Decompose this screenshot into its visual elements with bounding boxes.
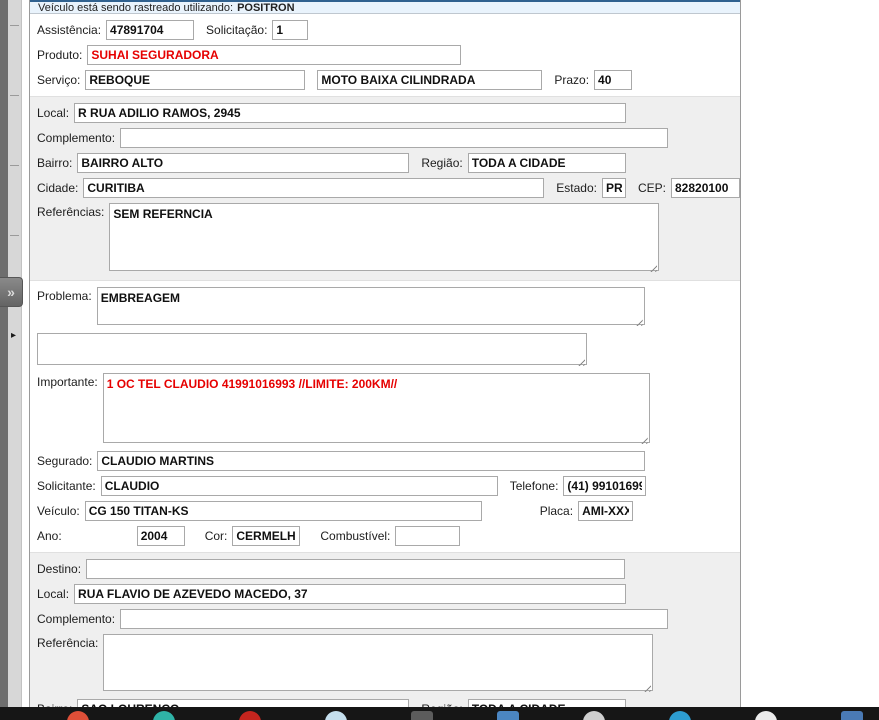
assistencia-input[interactable]	[106, 20, 195, 40]
prazo-label: Prazo:	[554, 73, 590, 87]
solicitante-input[interactable]	[100, 476, 498, 496]
estado-input[interactable]	[601, 178, 626, 198]
combustivel-input[interactable]	[395, 526, 461, 546]
dock-app-blue-window-icon[interactable]	[497, 711, 519, 720]
sidebar-collapsed-panel	[0, 0, 8, 707]
dock-app-red-icon[interactable]	[239, 711, 261, 720]
bairro-label: Bairro:	[37, 156, 73, 170]
problema-textarea[interactable]: EMBREAGEM	[96, 287, 645, 325]
ano-label: Ano:	[37, 529, 62, 543]
cep-label: CEP:	[637, 181, 666, 195]
dock-app-light-gray-icon[interactable]	[583, 711, 605, 720]
observacao-textarea[interactable]	[37, 333, 587, 365]
segurado-input[interactable]	[97, 451, 646, 471]
cor-label: Cor:	[204, 529, 228, 543]
sidebar-splitter[interactable]	[8, 0, 22, 707]
tracking-status-text: Veículo está sendo rastreado utilizando:	[38, 1, 234, 14]
segurado-label: Segurado:	[37, 454, 93, 468]
dock-app-pale-blue-icon[interactable]	[325, 711, 347, 720]
destino-bairro-input[interactable]	[77, 699, 410, 707]
splitter-tick	[10, 165, 19, 166]
combustivel-label: Combustível:	[320, 529, 391, 543]
splitter-tick	[10, 25, 19, 26]
estado-label: Estado:	[556, 181, 597, 195]
telefone-input[interactable]	[563, 476, 647, 496]
produto-label: Produto:	[37, 48, 83, 62]
section-assistance: Assistência: Solicitação: Produto: Servi…	[30, 14, 740, 96]
dock-app-dark-gray-icon[interactable]	[411, 711, 433, 720]
expand-arrow-icon[interactable]: ▸	[11, 330, 16, 341]
dock-app-white-icon[interactable]	[755, 711, 777, 720]
produto-input[interactable]	[87, 45, 462, 65]
destino-referencia-label: Referência:	[37, 636, 99, 650]
placa-label: Placa:	[539, 504, 574, 518]
dock-app-red-orange-icon[interactable]	[67, 711, 89, 720]
tracking-status-bar: Veículo está sendo rastreado utilizando:…	[30, 0, 740, 14]
dock-app-blue-square-icon[interactable]	[841, 711, 863, 720]
assistencia-label: Assistência:	[37, 23, 102, 37]
destino-referencia-textarea[interactable]	[103, 634, 654, 691]
destino-complemento-label: Complemento:	[37, 612, 116, 626]
cor-input[interactable]	[232, 526, 301, 546]
cep-input[interactable]	[671, 178, 740, 198]
importante-textarea[interactable]: 1 OC TEL CLAUDIO 41991016993 //LIMITE: 2…	[102, 373, 650, 443]
complemento-label: Complemento:	[37, 131, 116, 145]
solicitacao-label: Solicitação:	[206, 23, 268, 37]
servico-label: Serviço:	[37, 73, 81, 87]
double-chevron-right-icon: »	[7, 284, 15, 300]
prazo-input[interactable]	[594, 70, 633, 90]
assistance-form-panel: Veículo está sendo rastreado utilizando:…	[29, 0, 741, 707]
referencias-textarea[interactable]: SEM REFERNCIA	[109, 203, 660, 271]
destino-local-label: Local:	[37, 587, 70, 601]
cidade-input[interactable]	[83, 178, 545, 198]
dock-app-blue-icon[interactable]	[669, 711, 691, 720]
section-origin-address: Local: Complemento: Bairro: Região: Cida…	[30, 96, 740, 281]
regiao-input[interactable]	[467, 153, 626, 173]
local-label: Local:	[37, 106, 70, 120]
problema-label: Problema:	[37, 289, 92, 303]
veiculo-label: Veículo:	[37, 504, 80, 518]
telefone-label: Telefone:	[509, 479, 559, 493]
destino-complemento-input[interactable]	[120, 609, 669, 629]
splitter-tick	[10, 95, 19, 96]
section-destination-address: Destino: Local: Complemento: Referência:…	[30, 552, 740, 707]
destino-regiao-input[interactable]	[467, 699, 626, 707]
destino-input[interactable]	[86, 559, 626, 579]
destino-label: Destino:	[37, 562, 82, 576]
servico-tipo-input[interactable]	[317, 70, 543, 90]
splitter-tick	[10, 235, 19, 236]
ano-input[interactable]	[136, 526, 185, 546]
complemento-input[interactable]	[120, 128, 669, 148]
cidade-label: Cidade:	[37, 181, 79, 195]
tracking-provider: POSITRON	[237, 1, 295, 14]
destino-local-input[interactable]	[74, 584, 627, 604]
local-input[interactable]	[74, 103, 627, 123]
solicitacao-input[interactable]	[272, 20, 309, 40]
bairro-input[interactable]	[77, 153, 410, 173]
dock-app-teal-icon[interactable]	[153, 711, 175, 720]
placa-input[interactable]	[578, 501, 634, 521]
servico-input[interactable]	[85, 70, 306, 90]
importante-label: Importante:	[37, 375, 98, 389]
sidebar-expand-button[interactable]: »	[0, 277, 23, 307]
taskbar-dock	[0, 707, 879, 720]
veiculo-input[interactable]	[84, 501, 482, 521]
referencias-label: Referências:	[37, 205, 105, 219]
regiao-label: Região:	[421, 156, 463, 170]
section-problem-vehicle: Problema: EMBREAGEM Importante: 1 OC TEL…	[30, 281, 740, 552]
solicitante-label: Solicitante:	[37, 479, 96, 493]
